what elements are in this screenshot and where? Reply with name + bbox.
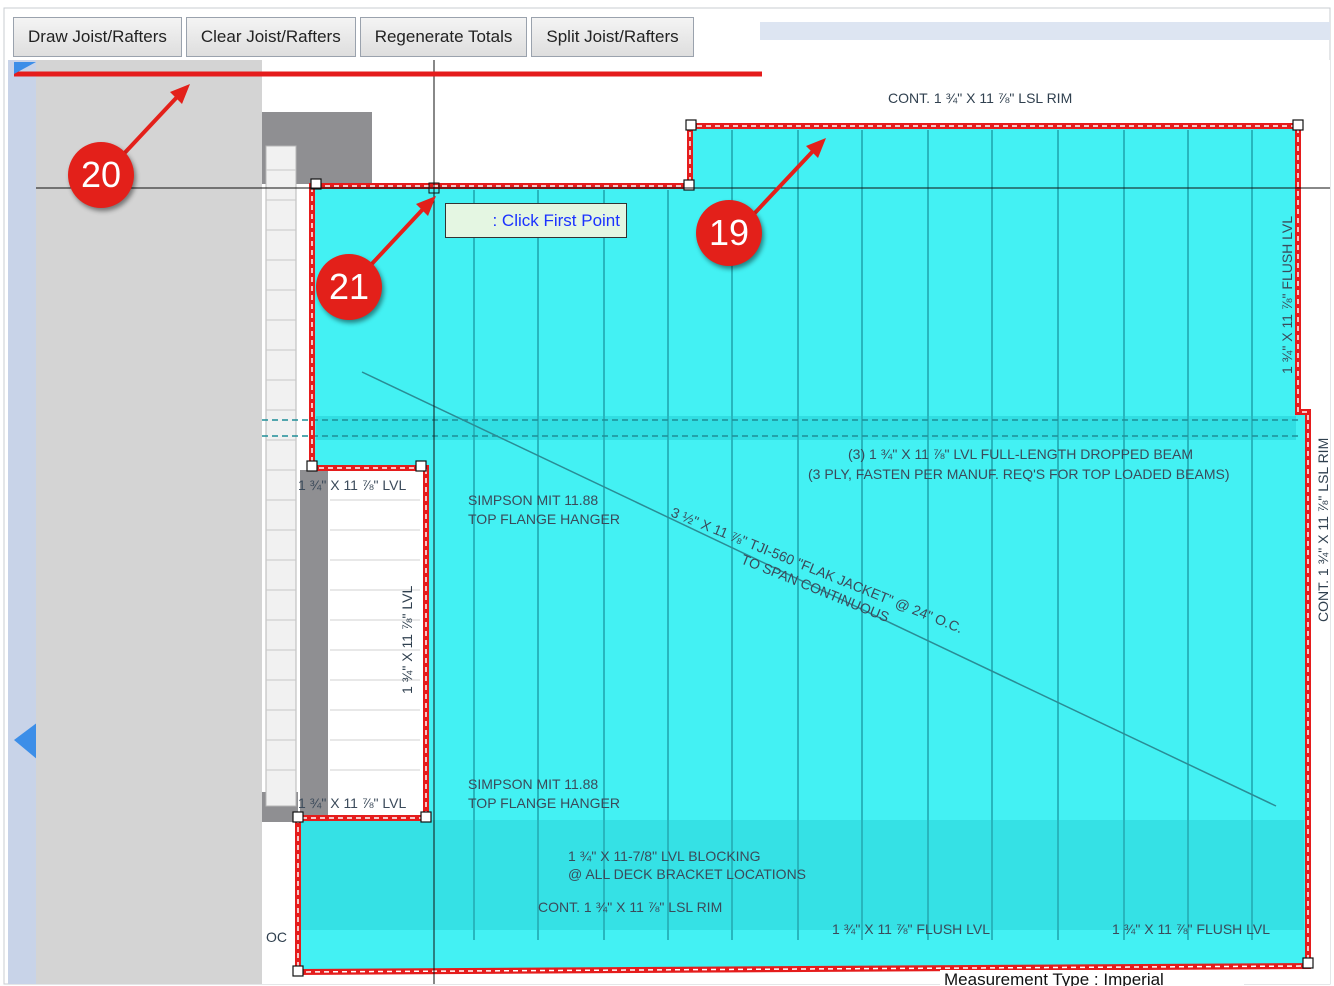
floor-plan-drawing[interactable]: CONT. 1 ¾" X 11 ⅞" LSL RIM (3) 1 ¾" X 11…	[0, 0, 1334, 986]
stair-hatch	[265, 145, 297, 807]
blocking-line2: @ ALL DECK BRACKET LOCATIONS	[568, 866, 806, 882]
draw-joist-rafters-button[interactable]: Draw Joist/Rafters	[13, 17, 182, 57]
right-rim-vertical-label: CONT. 1 ¾" X 11 ⅞" LSL RIM	[1315, 438, 1331, 622]
lvl-top-label: 1 ¾" X 11 ⅞" LVL	[298, 477, 406, 493]
flush-lvl-label-2: 1 ¾" X 11 ⅞" FLUSH LVL	[1112, 921, 1270, 937]
drawing-canvas[interactable]: CONT. 1 ¾" X 11 ⅞" LSL RIM (3) 1 ¾" X 11…	[0, 0, 1334, 986]
wall-column	[300, 470, 328, 822]
top-rim-label: CONT. 1 ¾" X 11 ⅞" LSL RIM	[888, 90, 1072, 106]
cursor-tooltip: : Click First Point	[445, 203, 627, 238]
blocking-line1: 1 ¾" X 11-7/8" LVL BLOCKING	[568, 848, 761, 864]
hanger-2-line1: SIMPSON MIT 11.88	[468, 776, 598, 792]
clear-joist-rafters-button[interactable]: Clear Joist/Rafters	[185, 17, 356, 57]
callout-badge-20: 20	[68, 142, 134, 208]
measurement-status: Measurement Type : Imperial	[940, 970, 1244, 986]
joist-toolbar: Draw Joist/Rafters Clear Joist/Rafters R…	[13, 17, 694, 61]
stair-hatch-lines	[266, 169, 296, 771]
oc-tag: OC	[266, 929, 287, 945]
lvl-bottom-label: 1 ¾" X 11 ⅞" LVL	[298, 795, 406, 811]
hanger-2-line2: TOP FLANGE HANGER	[468, 795, 620, 811]
split-joist-rafters-button[interactable]: Split Joist/Rafters	[531, 17, 694, 57]
hanger-1-line2: TOP FLANGE HANGER	[468, 511, 620, 527]
flush-lvl-vertical-label: 1 ¾" X 11 ⅞" FLUSH LVL	[1279, 216, 1295, 374]
top-ruler	[760, 22, 1330, 40]
flush-lvl-label-1: 1 ¾" X 11 ⅞" FLUSH LVL	[832, 921, 990, 937]
bottom-rim-label: CONT. 1 ¾" X 11 ⅞" LSL RIM	[538, 899, 722, 915]
hanger-1-line1: SIMPSON MIT 11.88	[468, 492, 598, 508]
dropped-beam-label-1: (3) 1 ¾" X 11 ⅞" LVL FULL-LENGTH DROPPED…	[848, 446, 1193, 462]
lvl-vertical-label: 1 ¾" X 11 ⅞" LVL	[399, 586, 415, 694]
gray-margin	[36, 60, 262, 984]
dropped-beam-label-2: (3 PLY, FASTEN PER MANUF. REQ'S FOR TOP …	[808, 466, 1229, 482]
callout-badge-19: 19	[696, 200, 762, 266]
regenerate-totals-button[interactable]: Regenerate Totals	[359, 17, 528, 57]
left-ruler	[8, 60, 36, 984]
callout-badge-21: 21	[316, 254, 382, 320]
